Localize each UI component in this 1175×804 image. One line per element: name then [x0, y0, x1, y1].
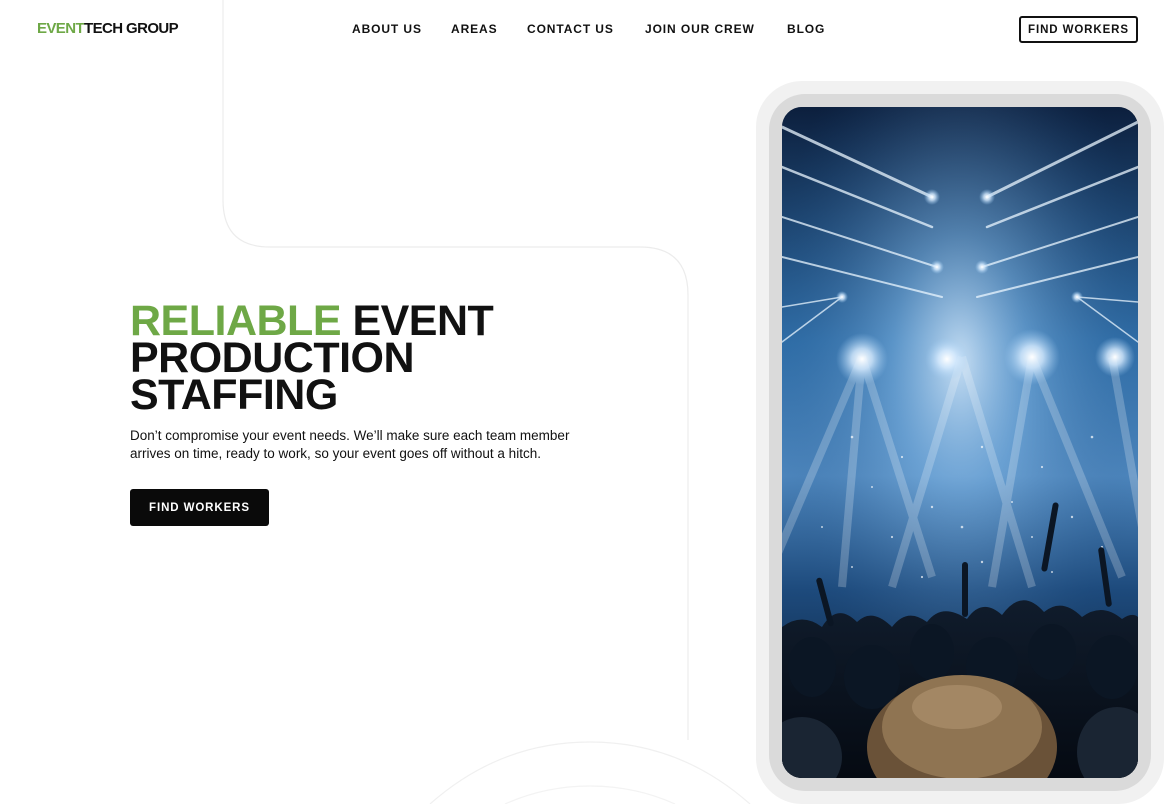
hero-title-line3: STAFFING — [130, 371, 338, 419]
concert-crowd-photo-icon — [782, 107, 1138, 778]
logo-tech-group: TECH GROUP — [84, 20, 179, 37]
nav-contact-us[interactable]: CONTACT US — [527, 22, 614, 36]
concert-image — [782, 107, 1138, 778]
site-logo[interactable]: EVENTTECH GROUP — [37, 20, 179, 38]
nav-join-our-crew[interactable]: JOIN OUR CREW — [645, 22, 755, 36]
nav-areas[interactable]: AREAS — [451, 22, 498, 36]
nav-blog[interactable]: BLOG — [787, 22, 825, 36]
hero-title: RELIABLE EVENT PRODUCTION STAFFING — [130, 300, 690, 417]
logo-event: EVENT — [37, 20, 85, 37]
header-find-workers-button[interactable]: FIND WORKERS — [1019, 16, 1138, 43]
hero-find-workers-button[interactable]: FIND WORKERS — [130, 489, 269, 526]
nav-about-us[interactable]: ABOUT US — [352, 22, 422, 36]
hero-description: Don’t compromise your event needs. We’ll… — [130, 428, 570, 461]
